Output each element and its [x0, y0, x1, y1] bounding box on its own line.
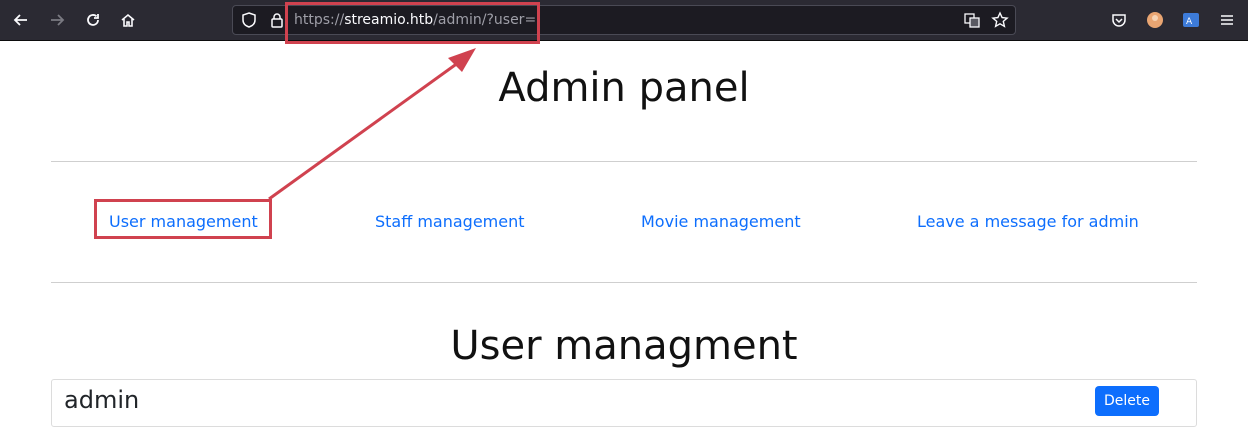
nav-leave-message[interactable]: Leave a message for admin	[917, 212, 1139, 231]
annotation-highlight-url	[285, 2, 540, 44]
divider	[51, 161, 1197, 162]
nav-staff-management[interactable]: Staff management	[375, 212, 525, 231]
home-icon[interactable]	[116, 8, 140, 32]
account-icon[interactable]	[1143, 8, 1167, 32]
delete-button[interactable]: Delete	[1095, 386, 1159, 416]
translate-icon[interactable]	[960, 8, 984, 32]
menu-icon[interactable]	[1215, 8, 1239, 32]
browser-toolbar: https://streamio.htb/admin/?user= A	[0, 0, 1248, 41]
shield-icon[interactable]	[237, 8, 261, 32]
bookmark-star-icon[interactable]	[988, 8, 1012, 32]
nav-movie-management[interactable]: Movie management	[641, 212, 801, 231]
annotation-highlight-link	[94, 199, 272, 239]
pocket-icon[interactable]	[1107, 8, 1131, 32]
user-name: admin	[64, 386, 140, 414]
forward-arrow-icon[interactable]	[45, 8, 69, 32]
svg-text:A: A	[1186, 17, 1193, 27]
page-title: Admin panel	[498, 65, 750, 111]
admin-page: Admin panel User management Staff manage…	[0, 41, 1248, 444]
section-title: User managment	[450, 323, 798, 369]
divider	[51, 282, 1197, 283]
user-row: admin Delete	[51, 379, 1197, 427]
language-icon[interactable]: A	[1179, 8, 1203, 32]
reload-icon[interactable]	[81, 8, 105, 32]
back-arrow-icon[interactable]	[9, 8, 33, 32]
